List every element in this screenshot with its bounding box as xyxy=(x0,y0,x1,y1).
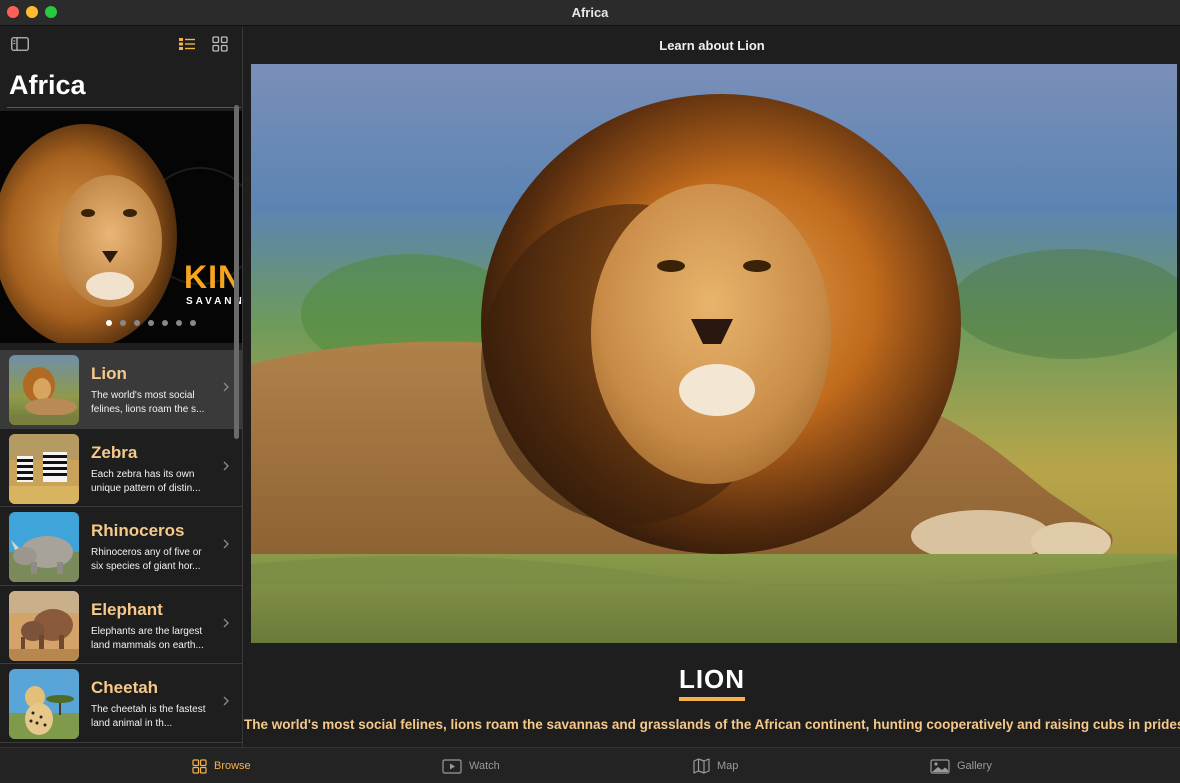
carousel-page-indicator[interactable] xyxy=(106,320,196,326)
featured-carousel[interactable]: KIN SAVANN xyxy=(0,111,242,343)
zebra-thumbnail xyxy=(9,433,79,504)
sidebar: Africa KIN SAVANN Lion The world's most … xyxy=(0,27,243,747)
detail-nav-title: Learn about Lion xyxy=(659,38,765,53)
list-view-icon[interactable] xyxy=(178,37,196,51)
grid-icon xyxy=(192,758,207,774)
detail-pane: Learn about Lion LION The world's most s… xyxy=(244,27,1180,747)
page-dot[interactable] xyxy=(176,320,182,326)
elephant-thumbnail xyxy=(9,590,79,661)
sidebar-toggle-icon[interactable] xyxy=(11,37,29,51)
sidebar-divider xyxy=(7,107,241,108)
list-item-description: The world's most social felines, lions r… xyxy=(91,390,205,415)
map-icon xyxy=(693,758,710,774)
list-item-description: Rhinoceros any of five or six species of… xyxy=(91,547,202,572)
tab-bar: Browse Watch Map Gallery xyxy=(0,747,1180,783)
tab-gallery[interactable]: Gallery xyxy=(930,748,992,783)
chevron-right-icon xyxy=(223,382,229,392)
sidebar-scrollbar[interactable] xyxy=(234,105,239,439)
list-item-description: Each zebra has its own unique pattern of… xyxy=(91,468,201,494)
list-item-description: The cheetah is the fastest land animal i… xyxy=(91,704,206,729)
list-item-zebra[interactable]: Zebra Each zebra has its own unique patt… xyxy=(0,429,242,507)
tab-label: Gallery xyxy=(957,760,992,772)
zoom-window-button[interactable] xyxy=(45,6,57,18)
tab-watch[interactable]: Watch xyxy=(442,748,500,783)
cheetah-thumbnail xyxy=(9,669,79,739)
page-dot[interactable] xyxy=(190,320,196,326)
rhinoceros-thumbnail xyxy=(9,512,79,582)
chevron-right-icon xyxy=(223,539,229,549)
page-dot[interactable] xyxy=(120,320,126,326)
list-item-lion[interactable]: Lion The world's most social felines, li… xyxy=(0,350,242,429)
list-item-title: Lion xyxy=(91,364,127,383)
minimize-window-button[interactable] xyxy=(26,6,38,18)
close-window-button[interactable] xyxy=(7,6,19,18)
lion-hero-photo xyxy=(251,64,1177,643)
list-item-title: Rhinoceros xyxy=(91,521,185,540)
page-dot[interactable] xyxy=(148,320,154,326)
tab-label: Map xyxy=(717,760,739,772)
photo-icon xyxy=(930,758,950,774)
chevron-right-icon xyxy=(223,618,229,627)
detail-heading-wrapper: LION xyxy=(244,664,1180,701)
list-item-title: Zebra xyxy=(91,442,138,462)
detail-heading: LION xyxy=(678,664,746,701)
lion-portrait-image xyxy=(0,111,242,343)
tab-browse[interactable]: Browse xyxy=(192,748,251,783)
list-item-rhinoceros[interactable]: Rhinoceros Rhinoceros any of five or six… xyxy=(0,507,242,586)
list-item-title: Elephant xyxy=(91,599,163,619)
sidebar-toolbar xyxy=(0,27,242,63)
tab-label: Browse xyxy=(214,760,251,772)
grid-view-icon[interactable] xyxy=(212,36,228,52)
tab-map[interactable]: Map xyxy=(693,748,738,783)
list-item-description: Elephants are the largest land mammals o… xyxy=(91,625,204,651)
window-title: Africa xyxy=(571,5,609,20)
chevron-right-icon xyxy=(223,461,229,470)
list-item-title: Cheetah xyxy=(91,678,159,697)
chevron-right-icon xyxy=(223,696,229,706)
list-item-cheetah[interactable]: Cheetah The cheetah is the fastest land … xyxy=(0,664,242,743)
play-icon xyxy=(442,758,462,774)
list-item-elephant[interactable]: Elephant Elephants are the largest land … xyxy=(0,586,242,664)
sidebar-title: Africa xyxy=(9,70,86,100)
window-controls xyxy=(7,6,57,18)
page-dot[interactable] xyxy=(106,320,112,326)
tab-label: Watch xyxy=(469,760,500,772)
animal-list: Lion The world's most social felines, li… xyxy=(0,350,242,743)
title-bar: Africa xyxy=(0,0,1180,26)
page-dot[interactable] xyxy=(134,320,140,326)
page-dot[interactable] xyxy=(162,320,168,326)
detail-description: The world's most social felines, lions r… xyxy=(244,717,1180,732)
lion-thumbnail xyxy=(9,355,79,425)
